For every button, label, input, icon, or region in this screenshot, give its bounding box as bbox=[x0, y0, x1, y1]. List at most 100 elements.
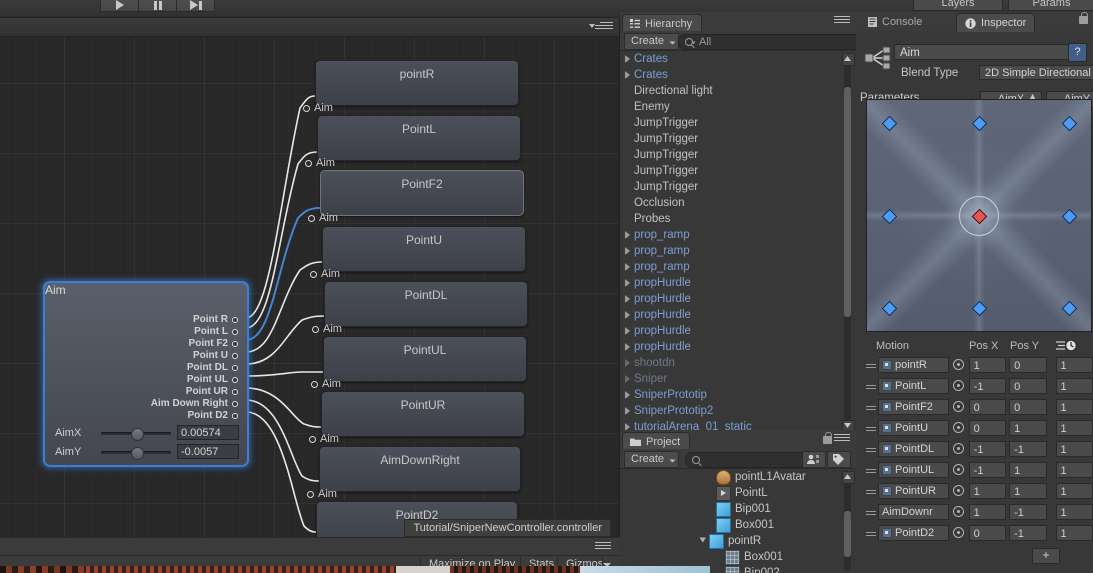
hierarchy-search-input[interactable]: All bbox=[678, 34, 867, 50]
speed-field[interactable]: 1 bbox=[1055, 419, 1093, 436]
expand-arrow-icon[interactable] bbox=[620, 327, 634, 335]
pos-y-field[interactable]: 0 bbox=[1009, 377, 1047, 394]
hierarchy-item[interactable]: propHurdle bbox=[620, 291, 856, 307]
speed-field[interactable]: 1 bbox=[1055, 524, 1093, 541]
project-item[interactable]: pointR bbox=[620, 533, 856, 549]
table-row[interactable]: AimDownr 1 -1 1 bbox=[864, 501, 1093, 522]
hierarchy-item[interactable]: Occlusion bbox=[620, 195, 856, 211]
motion-name[interactable]: PointU bbox=[878, 419, 949, 436]
expand-arrow-icon[interactable] bbox=[620, 375, 634, 383]
expand-arrow-icon[interactable] bbox=[620, 407, 634, 415]
speed-field[interactable]: 1 bbox=[1055, 503, 1093, 520]
node-port[interactable]: Aim bbox=[308, 212, 338, 224]
drag-handle-icon[interactable] bbox=[864, 467, 878, 473]
blend-point[interactable] bbox=[882, 300, 898, 317]
node-port[interactable]: Aim bbox=[303, 102, 333, 114]
hierarchy-item[interactable]: Probes bbox=[620, 211, 856, 227]
state-node-PointL[interactable]: PointL Aim bbox=[305, 115, 521, 169]
pos-x-field[interactable]: 0 bbox=[968, 524, 1007, 541]
blend-point[interactable] bbox=[1061, 208, 1077, 224]
table-row[interactable]: PointUR 1 1 1 bbox=[864, 480, 1093, 501]
aimy-value[interactable]: -0.0057 bbox=[177, 444, 239, 459]
hierarchy-menu-icon[interactable] bbox=[834, 16, 850, 24]
play-button[interactable] bbox=[100, 0, 138, 12]
pos-x-field[interactable]: 0 bbox=[968, 398, 1007, 415]
motion-name[interactable]: PointDL bbox=[878, 440, 949, 457]
pos-y-field[interactable]: -1 bbox=[1009, 440, 1047, 457]
pos-x-field[interactable]: 1 bbox=[968, 503, 1007, 520]
drag-handle-icon[interactable] bbox=[864, 530, 878, 536]
node-output[interactable]: Point D2 bbox=[151, 410, 238, 422]
expand-arrow-icon[interactable] bbox=[620, 295, 634, 303]
lock-icon[interactable] bbox=[823, 432, 832, 444]
object-picker-icon[interactable] bbox=[949, 464, 969, 475]
hierarchy-item[interactable]: SniperPrototip bbox=[620, 387, 856, 403]
state-node-PointF2[interactable]: PointF2 Aim bbox=[308, 170, 524, 224]
node-port[interactable]: Aim bbox=[311, 378, 341, 390]
object-picker-icon[interactable] bbox=[949, 359, 969, 370]
pos-y-field[interactable]: 0 bbox=[1009, 356, 1047, 373]
hierarchy-item[interactable]: JumpTrigger bbox=[620, 131, 856, 147]
blend-point[interactable] bbox=[882, 115, 898, 132]
state-node-PointU[interactable]: PointU Aim bbox=[310, 226, 526, 280]
blend-point[interactable] bbox=[1061, 115, 1077, 132]
expand-arrow-icon[interactable] bbox=[620, 231, 634, 239]
object-picker-icon[interactable] bbox=[949, 443, 969, 454]
object-picker-icon[interactable] bbox=[949, 485, 969, 496]
hierarchy-scroll-thumb[interactable] bbox=[844, 87, 851, 317]
hierarchy-item[interactable]: JumpTrigger bbox=[620, 115, 856, 131]
blend-tree-2d-preview[interactable] bbox=[866, 99, 1092, 332]
expand-arrow-icon[interactable] bbox=[620, 279, 634, 287]
add-motion-button[interactable]: + bbox=[1032, 548, 1060, 564]
object-picker-icon[interactable] bbox=[949, 506, 969, 517]
tab-layers[interactable]: Layers bbox=[913, 0, 1003, 11]
hierarchy-item[interactable]: prop_ramp bbox=[620, 259, 856, 275]
drag-handle-icon[interactable] bbox=[864, 509, 878, 515]
project-scrollbar[interactable] bbox=[844, 483, 851, 571]
speed-field[interactable]: 1 bbox=[1055, 398, 1093, 415]
speed-field[interactable]: 1 bbox=[1055, 440, 1093, 457]
blend-tree-name-input[interactable]: Aim bbox=[894, 44, 1083, 60]
node-port[interactable]: Aim bbox=[310, 268, 340, 280]
node-output[interactable]: Aim Down Right bbox=[151, 398, 238, 410]
object-picker-icon[interactable] bbox=[949, 527, 969, 538]
hierarchy-item[interactable]: JumpTrigger bbox=[620, 163, 856, 179]
table-row[interactable]: PointL -1 0 1 bbox=[864, 375, 1093, 396]
speed-field[interactable]: 1 bbox=[1055, 377, 1093, 394]
object-picker-icon[interactable] bbox=[949, 401, 969, 412]
animator-menu-icon[interactable] bbox=[595, 22, 613, 31]
node-output[interactable]: Point UR bbox=[151, 386, 238, 398]
aimx-value[interactable]: 0.00574 bbox=[177, 425, 239, 440]
scene-menu-icon[interactable] bbox=[595, 542, 611, 550]
blend-point[interactable] bbox=[971, 300, 988, 317]
pos-y-field[interactable]: 0 bbox=[1009, 398, 1047, 415]
tab-console[interactable]: Console bbox=[860, 13, 930, 31]
hierarchy-item[interactable]: SniperPrototip2 bbox=[620, 403, 856, 419]
state-node-PointDL[interactable]: PointDL Aim bbox=[312, 281, 528, 335]
collapse-arrow-icon[interactable] bbox=[698, 533, 709, 549]
hierarchy-item[interactable]: propHurdle bbox=[620, 339, 856, 355]
speed-field[interactable]: 1 bbox=[1055, 356, 1093, 373]
drag-handle-icon[interactable] bbox=[864, 488, 878, 494]
blend-tree-node-aim[interactable]: Aim Point R Point L Point F2 Point U Poi… bbox=[43, 281, 249, 467]
node-port[interactable]: Aim bbox=[312, 323, 342, 335]
pos-y-field[interactable]: 1 bbox=[1009, 482, 1047, 499]
hierarchy-create-button[interactable]: Create bbox=[624, 33, 680, 50]
pos-x-field[interactable]: 1 bbox=[968, 482, 1007, 499]
motion-name[interactable]: PointD2 bbox=[878, 524, 949, 541]
hierarchy-item[interactable]: propHurdle bbox=[620, 275, 856, 291]
speed-field[interactable]: 1 bbox=[1055, 461, 1093, 478]
hierarchy-item[interactable]: Sniper bbox=[620, 371, 856, 387]
blend-point[interactable] bbox=[1061, 300, 1077, 317]
speed-field[interactable]: 1 bbox=[1055, 482, 1093, 499]
step-button[interactable] bbox=[176, 0, 215, 12]
table-row[interactable]: PointF2 0 0 1 bbox=[864, 396, 1093, 417]
hierarchy-item[interactable]: JumpTrigger bbox=[620, 179, 856, 195]
node-output[interactable]: Point F2 bbox=[151, 338, 238, 350]
hierarchy-item[interactable]: propHurdle bbox=[620, 307, 856, 323]
filter-by-type-button[interactable] bbox=[802, 451, 826, 468]
animator-graph-view[interactable]: pointR Aim PointL Aim PointF2 Aim PointU… bbox=[0, 18, 620, 537]
hierarchy-tree[interactable]: Crates Crates Directional light Enemy Ju… bbox=[620, 51, 856, 432]
node-output[interactable]: Point R bbox=[151, 314, 238, 326]
pos-x-field[interactable]: -1 bbox=[968, 377, 1007, 394]
